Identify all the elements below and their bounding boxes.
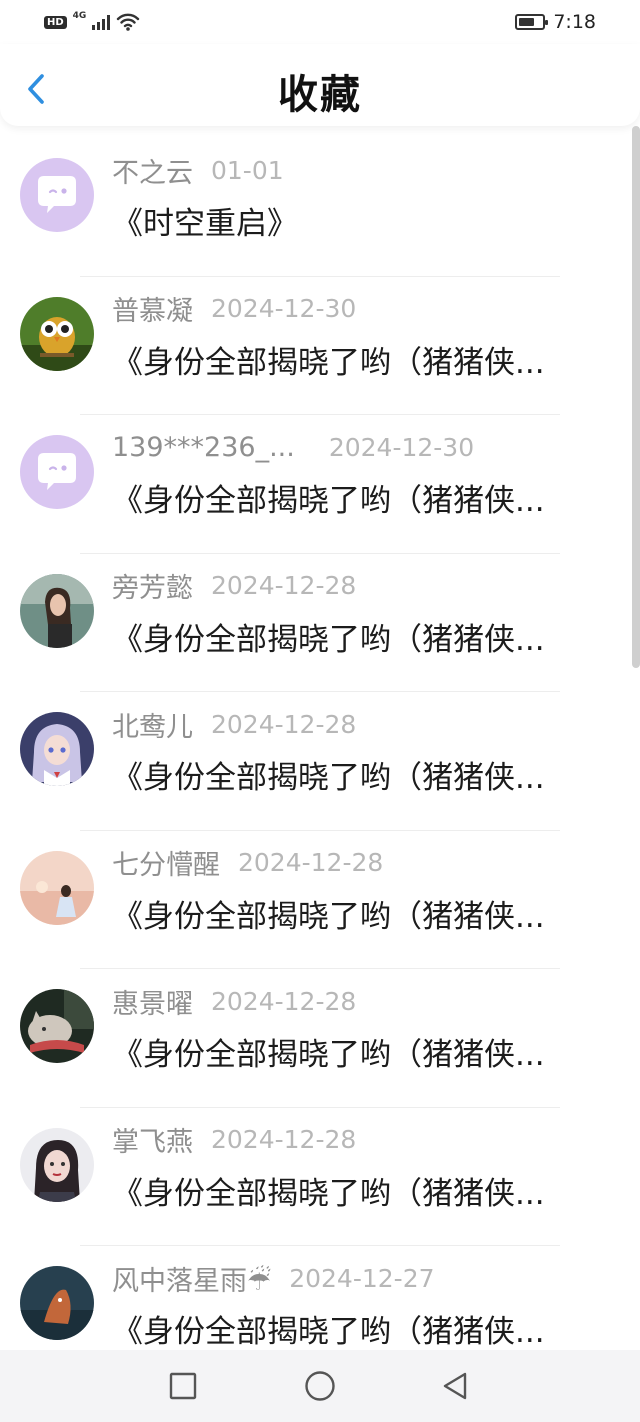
- list-item[interactable]: 惠景曜 2024-12-28 《身份全部揭晓了哟（猪猪侠...: [0, 969, 640, 1108]
- recents-button[interactable]: [165, 1368, 201, 1404]
- default-chat-icon: [38, 176, 76, 213]
- item-meta: 掌飞燕 2024-12-28: [112, 1122, 356, 1158]
- item-date: 2024-12-28: [238, 848, 384, 877]
- item-date: 01-01: [211, 155, 284, 185]
- system-nav-bar: [0, 1350, 640, 1422]
- item-meta: 普慕凝 2024-12-30: [112, 291, 356, 327]
- list-item[interactable]: 北鸯儿 2024-12-28 《身份全部揭晓了哟（猪猪侠...: [0, 692, 640, 831]
- item-title[interactable]: 《时空重启》: [112, 198, 592, 243]
- user-name[interactable]: 139***236_...: [112, 432, 295, 463]
- item-title[interactable]: 《身份全部揭晓了哟（猪猪侠...: [112, 891, 592, 936]
- avatar[interactable]: [20, 989, 94, 1063]
- circle-icon: [305, 1371, 335, 1401]
- scrollbar[interactable]: [632, 126, 640, 668]
- avatar[interactable]: [20, 1266, 94, 1340]
- item-title[interactable]: 《身份全部揭晓了哟（猪猪侠...: [112, 475, 592, 520]
- girl-photo-avatar: [20, 573, 94, 648]
- sunset-avatar: [20, 850, 94, 925]
- list-item[interactable]: 普慕凝 2024-12-30 《身份全部揭晓了哟（猪猪侠...: [0, 277, 640, 415]
- item-date: 2024-12-27: [289, 1263, 435, 1293]
- list-item[interactable]: 139***236_... 2024-12-30 《身份全部揭晓了哟（猪猪侠..…: [0, 415, 640, 554]
- list-item[interactable]: 掌飞燕 2024-12-28 《身份全部揭晓了哟（猪猪侠...: [0, 1108, 640, 1246]
- wifi-icon: [117, 13, 140, 31]
- fish-avatar: [20, 1266, 94, 1340]
- hd-badge: HD: [44, 15, 67, 29]
- owl-avatar: [20, 296, 94, 371]
- avatar[interactable]: [20, 712, 94, 786]
- avatar[interactable]: [20, 850, 94, 925]
- status-bar: HD 4G 7:18: [0, 0, 640, 44]
- item-meta: 北鸯儿 2024-12-28: [112, 705, 357, 744]
- signal-icon: [92, 14, 111, 30]
- anime-girl-avatar: [20, 712, 94, 786]
- item-title[interactable]: 《身份全部揭晓了哟（猪猪侠...: [112, 1306, 592, 1351]
- item-meta: 不之云 01-01: [112, 151, 284, 190]
- clock: 7:18: [553, 11, 596, 33]
- item-date: 2024-12-30: [211, 294, 357, 323]
- item-title[interactable]: 《身份全部揭晓了哟（猪猪侠...: [112, 752, 592, 797]
- item-title[interactable]: 《身份全部揭晓了哟（猪猪侠...: [112, 1029, 592, 1074]
- avatar[interactable]: [20, 296, 94, 371]
- square-icon: [169, 1372, 197, 1400]
- nav-back-button[interactable]: [437, 1368, 473, 1404]
- avatar[interactable]: [20, 573, 94, 648]
- user-name[interactable]: 旁芳懿: [112, 566, 193, 605]
- item-date: 2024-12-30: [328, 432, 475, 462]
- page-title: 收藏: [278, 72, 362, 118]
- battery-icon: [515, 14, 549, 30]
- header: 收藏: [0, 44, 640, 126]
- user-name[interactable]: 惠景曜: [112, 982, 193, 1021]
- user-name[interactable]: 掌飞燕: [112, 1120, 193, 1159]
- item-meta: 旁芳懿 2024-12-28: [112, 568, 356, 604]
- item-date: 2024-12-28: [211, 1125, 357, 1154]
- user-name[interactable]: 风中落星雨☔: [112, 1259, 271, 1298]
- avatar[interactable]: [20, 1127, 94, 1202]
- list-item[interactable]: 七分懵醒 2024-12-28 《身份全部揭晓了哟（猪猪侠...: [0, 831, 640, 969]
- user-name[interactable]: 不之云: [112, 151, 193, 190]
- item-meta: 惠景曜 2024-12-28: [112, 982, 357, 1021]
- woman-portrait-avatar: [20, 1127, 94, 1202]
- triangle-back-icon: [443, 1372, 467, 1400]
- avatar[interactable]: [20, 158, 94, 232]
- item-title[interactable]: 《身份全部揭晓了哟（猪猪侠...: [112, 1168, 592, 1213]
- user-name[interactable]: 北鸯儿: [112, 705, 193, 744]
- item-meta: 七分懵醒 2024-12-28: [112, 845, 383, 881]
- default-chat-icon: [38, 453, 76, 490]
- status-right: 7:18: [515, 8, 596, 36]
- item-date: 2024-12-28: [211, 986, 357, 1016]
- network-label: 4G: [72, 11, 87, 21]
- status-left: HD 4G: [44, 10, 140, 34]
- item-meta: 139***236_... 2024-12-30: [112, 429, 474, 465]
- list-item[interactable]: 不之云 01-01 《时空重启》: [0, 138, 640, 277]
- battery-fill: [519, 18, 535, 26]
- user-name[interactable]: 七分懵醒: [112, 843, 220, 882]
- item-date: 2024-12-28: [211, 709, 357, 739]
- avatar[interactable]: [20, 435, 94, 509]
- home-button[interactable]: [302, 1368, 338, 1404]
- item-title[interactable]: 《身份全部揭晓了哟（猪猪侠...: [112, 614, 592, 659]
- item-date: 2024-12-28: [211, 571, 357, 600]
- item-meta: 风中落星雨☔ 2024-12-27: [112, 1259, 435, 1298]
- item-title[interactable]: 《身份全部揭晓了哟（猪猪侠...: [112, 337, 592, 382]
- cat-avatar: [20, 989, 94, 1063]
- user-name[interactable]: 普慕凝: [112, 289, 193, 328]
- list-item[interactable]: 旁芳懿 2024-12-28 《身份全部揭晓了哟（猪猪侠...: [0, 554, 640, 692]
- favorites-list: 不之云 01-01 《时空重启》 普慕凝 2024-12-30 《身份全部揭晓了…: [0, 138, 640, 1385]
